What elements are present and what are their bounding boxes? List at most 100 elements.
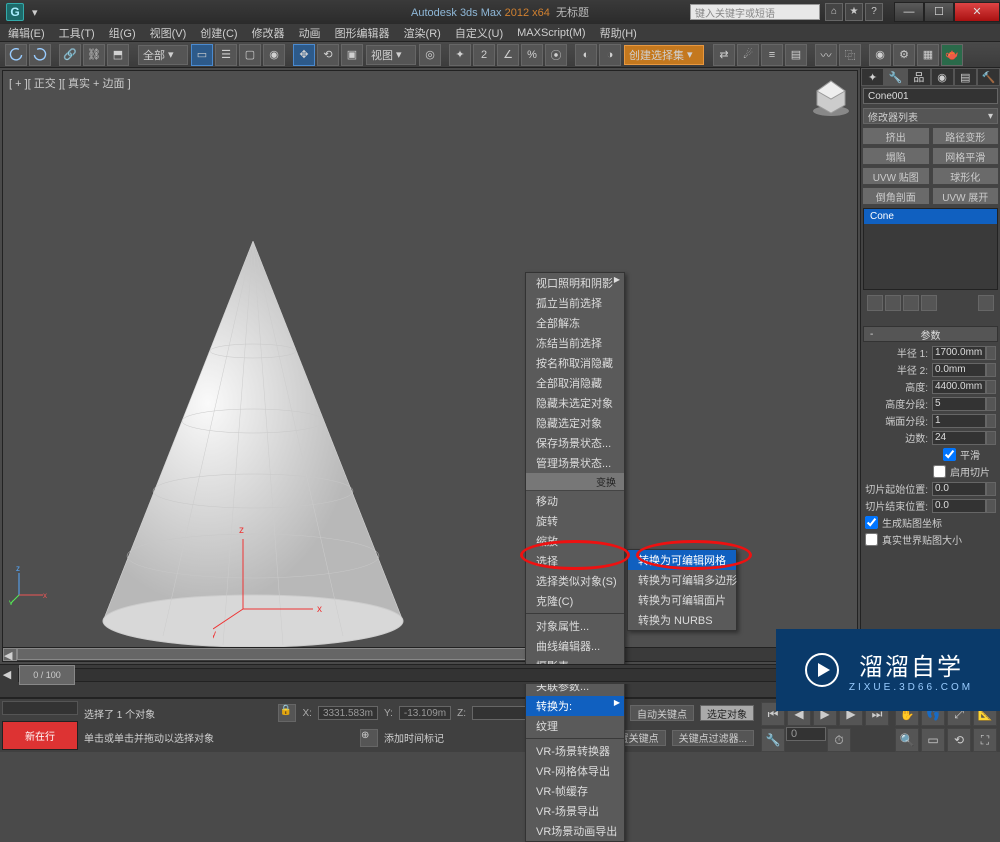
keyfilter-button[interactable]: 关键点过滤器... [672, 730, 754, 746]
coord-x[interactable]: 3331.583m [318, 706, 378, 720]
object-name-field[interactable]: Cone001 [863, 88, 998, 104]
snap-angle-icon[interactable]: ∠ [497, 44, 519, 66]
sides-field[interactable]: 24 [932, 431, 986, 445]
info-icon[interactable]: ? [865, 3, 883, 21]
sub-editable-poly[interactable]: 转换为可编辑多边形 [628, 570, 736, 590]
transform-gizmo[interactable]: z x y [213, 519, 333, 639]
modifier-stack[interactable]: Cone [863, 208, 998, 290]
menu-customize[interactable]: 自定义(U) [455, 25, 503, 41]
ctx-vr-scene-conv[interactable]: VR-场景转换器 [526, 741, 624, 761]
link-icon[interactable]: 🔗 [59, 44, 81, 66]
pin-stack-icon[interactable] [867, 295, 883, 311]
current-frame-field[interactable]: 0 [786, 727, 826, 741]
coord-y[interactable]: -13.109m [399, 706, 451, 720]
maximize-button[interactable]: ☐ [924, 2, 954, 22]
render-setup-icon[interactable]: ⚙ [893, 44, 915, 66]
ctx-clone[interactable]: 克隆(C) [526, 591, 624, 611]
remove-mod-icon[interactable] [921, 295, 937, 311]
btn-unwrap[interactable]: UVW 展开 [932, 187, 1000, 205]
sub-editable-patch[interactable]: 转换为可编辑面片 [628, 590, 736, 610]
layer-explorer-icon[interactable]: ▤ [785, 44, 807, 66]
unlink-icon[interactable]: ⛓ [83, 44, 105, 66]
select-name-icon[interactable]: ☰ [215, 44, 237, 66]
rollout-params[interactable]: 参数 [863, 326, 998, 342]
selection-filter[interactable]: 全部 ▾ [138, 45, 188, 65]
time-config-icon[interactable]: ⏱ [827, 728, 851, 752]
ctx-vr-scene-export[interactable]: VR-场景导出 [526, 801, 624, 821]
mat-editor-icon[interactable]: ◉ [869, 44, 891, 66]
app-icon[interactable]: G [6, 3, 24, 21]
add-time-tag[interactable]: 添加时间标记 [384, 730, 444, 745]
btn-extrude[interactable]: 挤出 [862, 127, 930, 145]
help-search-input[interactable]: 键入关键字或短语 [690, 4, 820, 20]
tab-modify[interactable]: 🔧 [884, 68, 907, 86]
time-prev-icon[interactable]: ◀ [0, 668, 14, 681]
undo-icon[interactable] [5, 44, 27, 66]
ctx-obj-props[interactable]: 对象属性... [526, 616, 624, 636]
autokey-button[interactable]: 自动关键点 [630, 705, 694, 721]
ctx-isolate[interactable]: 孤立当前选择 [526, 293, 624, 313]
bind-icon[interactable]: ⬒ [107, 44, 129, 66]
align-icon[interactable]: ☄ [737, 44, 759, 66]
snap-pct-icon[interactable]: % [521, 44, 543, 66]
max-viewport-icon[interactable]: ⛶ [973, 728, 997, 752]
tab-display[interactable]: ▤ [954, 68, 977, 86]
lock-sel-icon[interactable]: 🔒 [278, 704, 296, 722]
menu-create[interactable]: 创建(C) [200, 25, 237, 41]
move-icon[interactable]: ✥ [293, 44, 315, 66]
btn-collapse[interactable]: 塌陷 [862, 147, 930, 165]
menu-render[interactable]: 渲染(R) [404, 25, 441, 41]
select-paint-icon[interactable]: ◉ [263, 44, 285, 66]
minimize-button[interactable]: — [894, 2, 924, 22]
ctx-freeze-sel[interactable]: 冻结当前选择 [526, 333, 624, 353]
realworld-checkbox[interactable] [865, 533, 878, 546]
snap-2d-icon[interactable]: 2 [473, 44, 495, 66]
tab-hierarchy[interactable]: 品 [907, 68, 930, 86]
slice-checkbox[interactable] [933, 465, 946, 478]
ctx-select-similar[interactable]: 选择类似对象(S) [526, 571, 624, 591]
menu-graph[interactable]: 图形编辑器 [335, 25, 390, 41]
autokey-big-button[interactable]: 新在行 [2, 721, 78, 750]
time-slider[interactable]: 0 / 100 [19, 665, 75, 685]
select-icon[interactable]: ▭ [191, 44, 213, 66]
ctx-unhide-name[interactable]: 按名称取消隐藏 [526, 353, 624, 373]
menu-modifiers[interactable]: 修改器 [252, 25, 285, 41]
time-tag-icon[interactable]: ⊕ [360, 729, 378, 747]
tab-motion[interactable]: ◉ [931, 68, 954, 86]
stack-item-cone[interactable]: Cone [864, 209, 997, 224]
pivot-icon[interactable]: ◎ [419, 44, 441, 66]
ctx-curve-editor[interactable]: 曲线编辑器... [526, 636, 624, 656]
capseg-field[interactable]: 1 [932, 414, 986, 428]
viewcube[interactable] [809, 75, 853, 119]
render-icon[interactable]: 🫖 [941, 44, 963, 66]
menu-views[interactable]: 视图(V) [150, 25, 187, 41]
rotate-icon[interactable]: ⟲ [317, 44, 339, 66]
menu-help[interactable]: 帮助(H) [600, 25, 637, 41]
viewport-scrollbar[interactable]: ◀ ▶ [3, 647, 857, 661]
star-icon[interactable]: ★ [845, 3, 863, 21]
scale-icon[interactable]: ▣ [341, 44, 363, 66]
ctx-unfreeze-all[interactable]: 全部解冻 [526, 313, 624, 333]
orbit-icon[interactable]: ⟲ [947, 728, 971, 752]
radius1-field[interactable]: 1700.0mm [932, 346, 986, 360]
ctx-hide-sel[interactable]: 隐藏选定对象 [526, 413, 624, 433]
sub-nurbs[interactable]: 转换为 NURBS [628, 610, 736, 630]
heightseg-field[interactable]: 5 [932, 397, 986, 411]
genuv-checkbox[interactable] [865, 516, 878, 529]
redo-icon[interactable] [29, 44, 51, 66]
named-sel-edit-icon[interactable]: ◑ [599, 44, 621, 66]
layers-icon[interactable]: ≡ [761, 44, 783, 66]
radius2-field[interactable]: 0.0mm [932, 363, 986, 377]
sel-filter-button[interactable]: 选定对象 [700, 705, 754, 721]
ctx-move[interactable]: 移动 [526, 491, 624, 511]
key-mode-icon[interactable]: 🔧 [761, 728, 785, 752]
close-button[interactable]: ✕ [954, 2, 1000, 22]
sub-editable-mesh[interactable]: 转换为可编辑网格 [628, 550, 736, 570]
help-dropdown-icon[interactable]: ⌂ [825, 3, 843, 21]
height-field[interactable]: 4400.0mm [932, 380, 986, 394]
schematic-icon[interactable]: ⿻ [839, 44, 861, 66]
viewport-label[interactable]: [ + ][ 正交 ][ 真实 + 边面 ] [9, 75, 131, 91]
menu-tools[interactable]: 工具(T) [59, 25, 95, 41]
ctx-convert-to[interactable]: 转换为: [526, 696, 624, 716]
menu-maxscript[interactable]: MAXScript(M) [517, 27, 585, 39]
